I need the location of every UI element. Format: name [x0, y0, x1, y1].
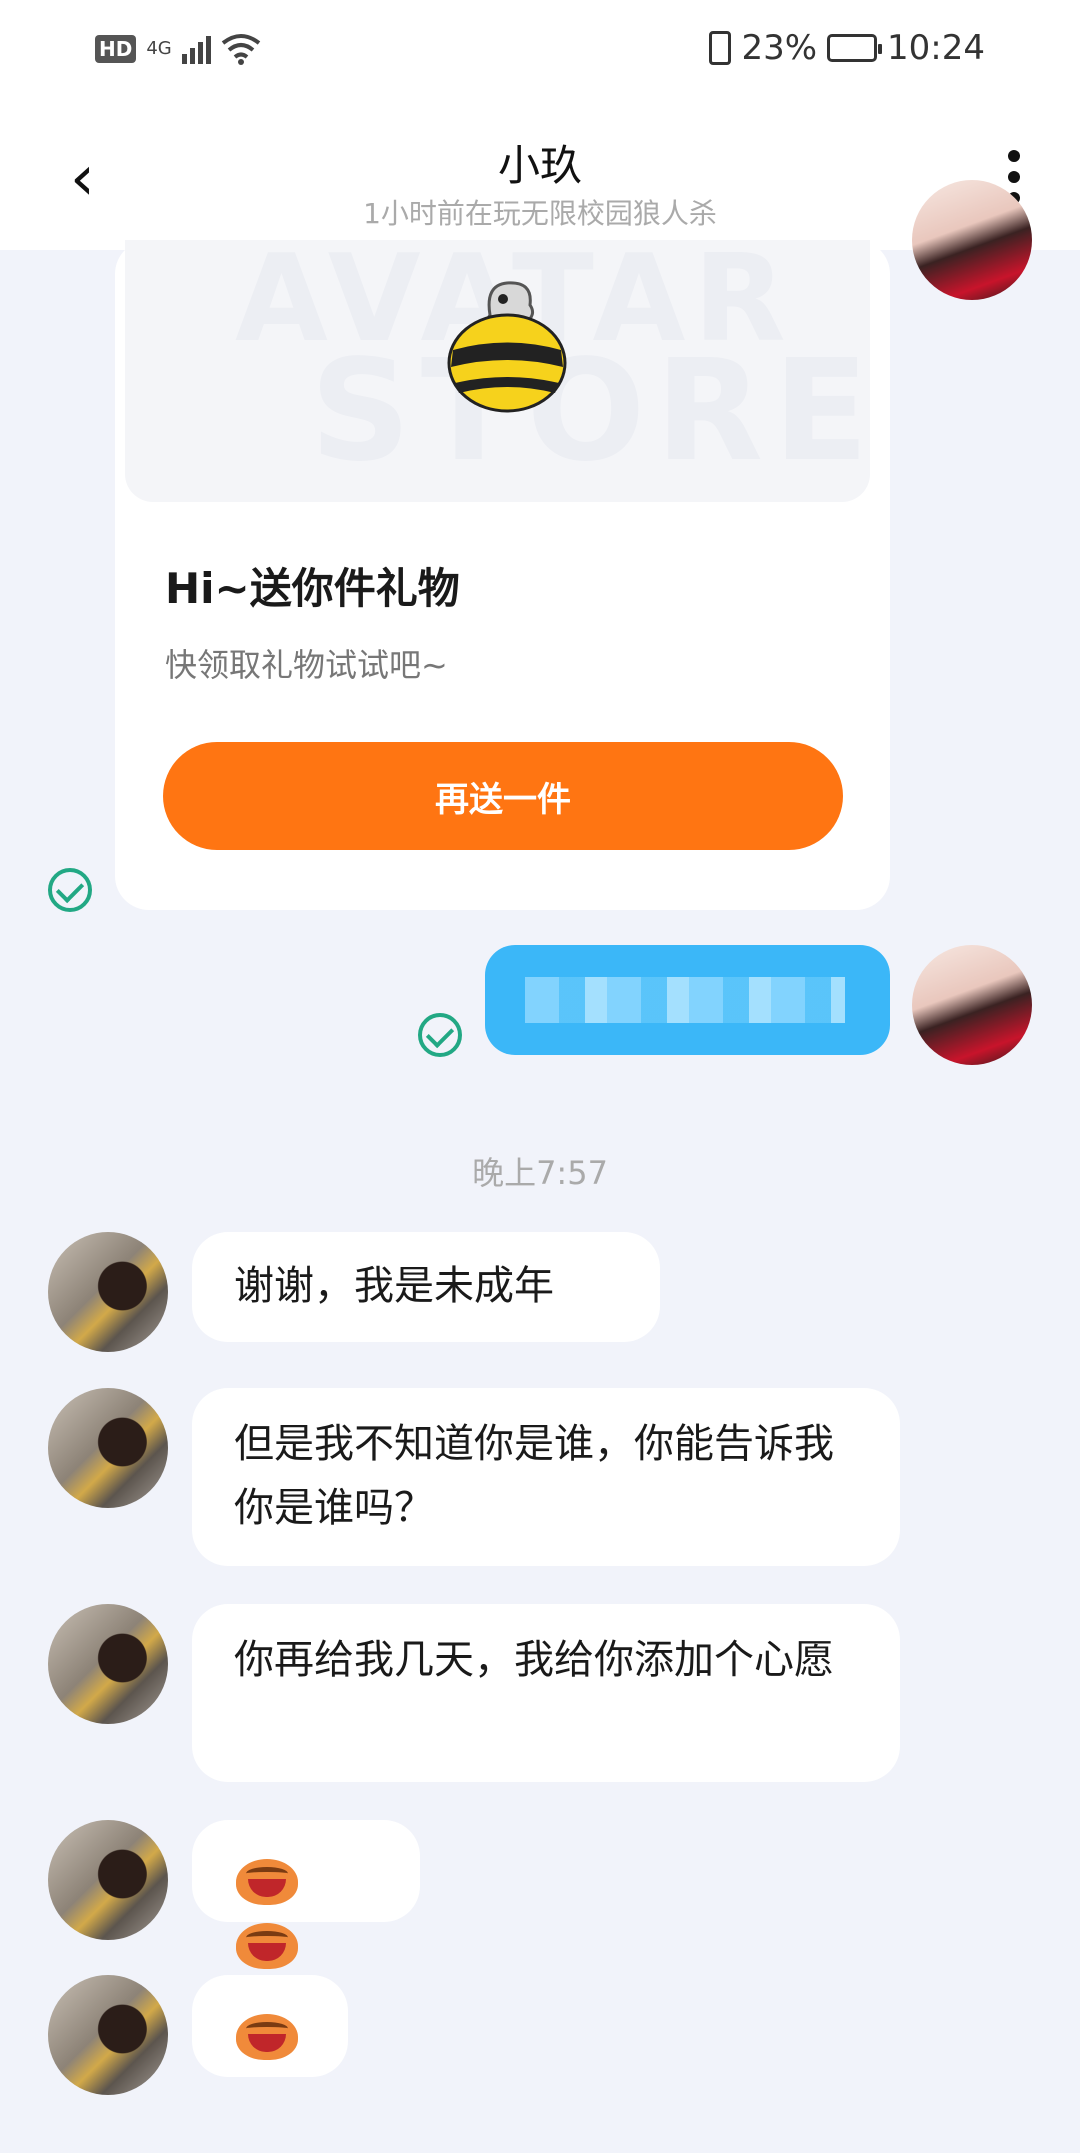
message-text: 谢谢，我是未成年: [234, 1263, 554, 1309]
message-timestamp: 晚上7:57: [472, 1154, 608, 1192]
contact-avatar[interactable]: [48, 1975, 168, 2095]
outgoing-message-bubble[interactable]: [485, 945, 890, 1055]
battery-icon: [827, 34, 883, 62]
gift-title: Hi~送你件礼物: [165, 564, 460, 613]
message-text: 你再给我几天，我给你添加个心愿: [234, 1637, 834, 1683]
self-avatar[interactable]: [912, 180, 1032, 300]
gift-card[interactable]: AVATAR STORE Hi~送你件礼物 快领取礼物试试吧~ 再送一件: [115, 240, 890, 910]
network-type: 4G: [146, 38, 172, 59]
blurred-message-text: [525, 977, 845, 1023]
contact-avatar[interactable]: [48, 1232, 168, 1352]
status-bar: HD 4G 23% 10:24: [0, 0, 1080, 110]
read-check-icon: [48, 868, 92, 912]
contact-avatar[interactable]: [48, 1820, 168, 1940]
incoming-message-bubble[interactable]: 但是我不知道你是谁，你能告诉我你是谁吗？: [192, 1388, 900, 1566]
gift-item-icon: [447, 281, 567, 413]
battery-percent: 23%: [741, 28, 818, 68]
vibrate-icon: [709, 31, 732, 65]
gift-subtitle: 快领取礼物试试吧~: [165, 646, 448, 684]
contact-avatar[interactable]: [48, 1604, 168, 1724]
clock: 10:24: [887, 28, 985, 68]
status-right: 23% 10:24: [709, 28, 985, 68]
contact-name: 小玖: [497, 141, 582, 190]
self-avatar[interactable]: [912, 945, 1032, 1065]
message-text: 但是我不知道你是谁，你能告诉我你是谁吗？: [234, 1421, 834, 1531]
incoming-emoji-bubble[interactable]: [192, 1820, 420, 1969]
status-left: HD 4G: [95, 33, 261, 65]
contact-avatar[interactable]: [48, 1388, 168, 1508]
read-check-icon: [418, 1013, 462, 1057]
send-another-button[interactable]: 再送一件: [163, 742, 843, 850]
incoming-message-bubble[interactable]: 你再给我几天，我给你添加个心愿: [192, 1604, 900, 1782]
laughing-monkey-emoji-icon: [236, 2014, 298, 2060]
incoming-emoji-bubble[interactable]: [192, 1975, 348, 2077]
laughing-monkey-emoji-icon: [236, 1923, 298, 1969]
incoming-message-bubble[interactable]: 谢谢，我是未成年: [192, 1232, 660, 1342]
signal-icon: [181, 34, 211, 64]
gift-image: AVATAR STORE: [125, 240, 870, 502]
wifi-icon: [221, 34, 260, 65]
laughing-monkey-emoji-icon: [236, 1859, 298, 1905]
hd-badge: HD: [95, 35, 137, 63]
watermark-store: STORE: [310, 330, 870, 493]
